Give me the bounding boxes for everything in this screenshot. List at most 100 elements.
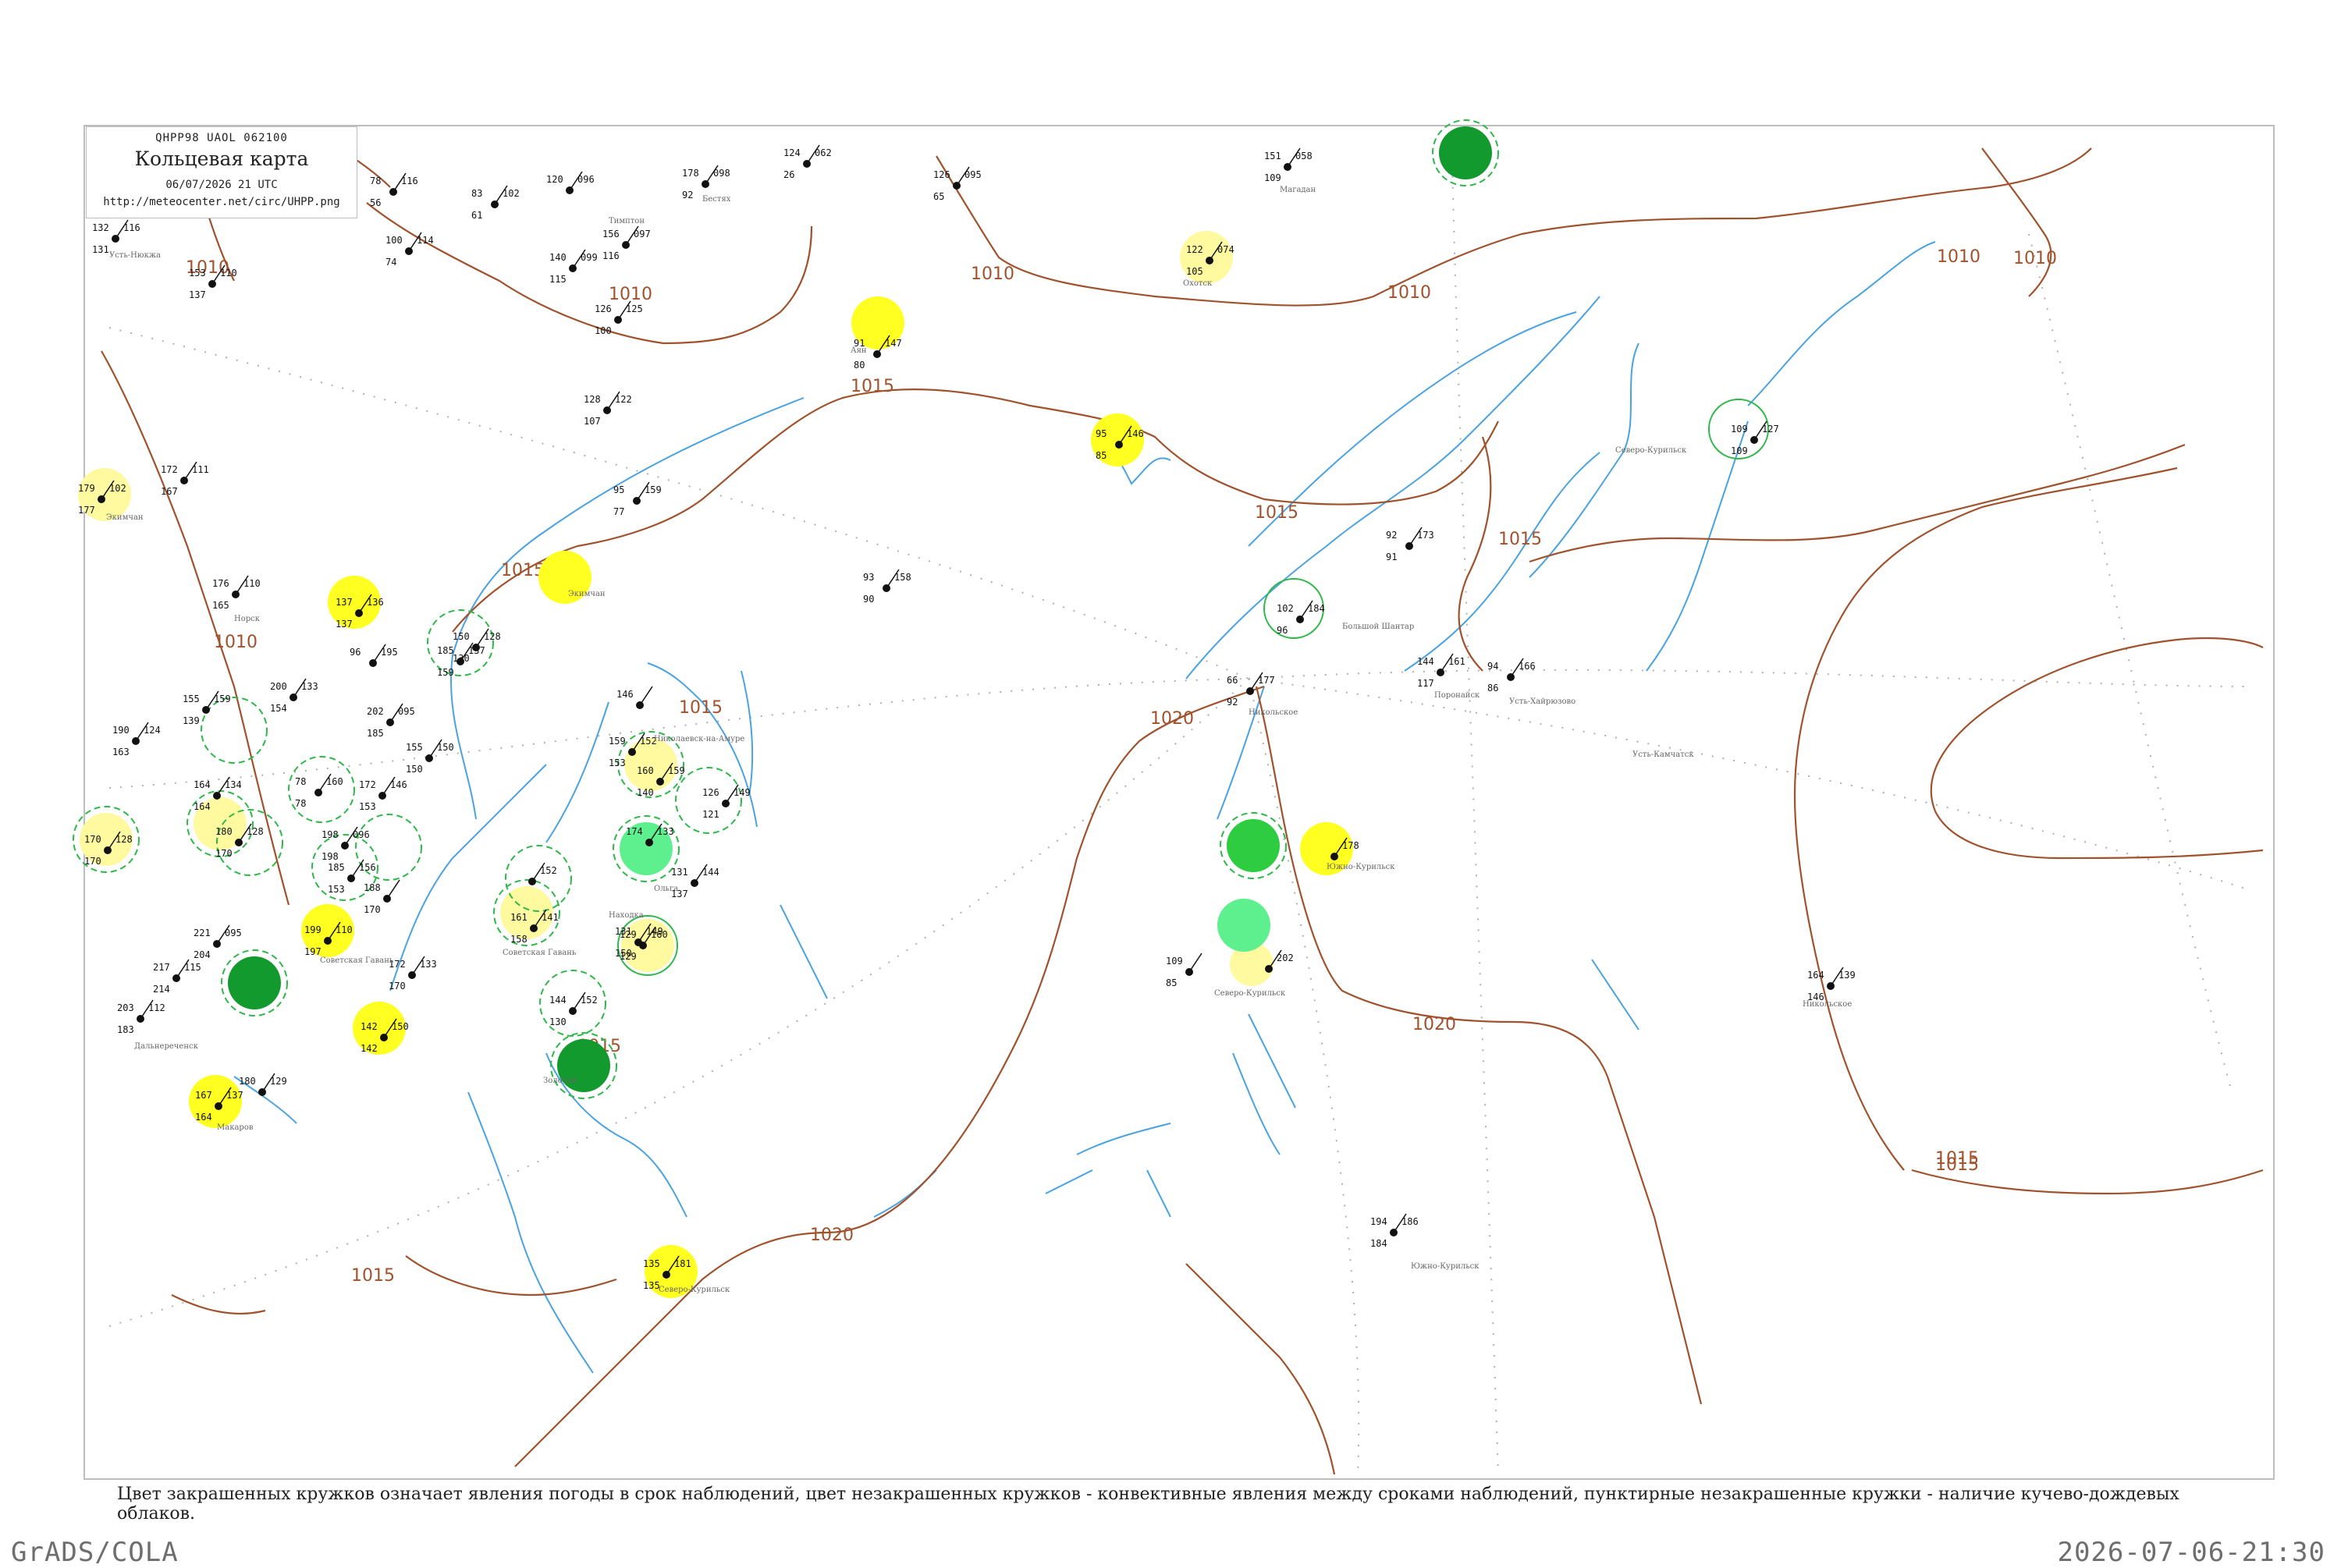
- station-name: Норск: [234, 615, 261, 623]
- station-pressure: 124: [144, 725, 161, 736]
- station-pressure: 133: [301, 681, 318, 692]
- station-pressure: 160: [651, 929, 668, 940]
- station-dewpoint: 167: [161, 486, 178, 497]
- station-dewpoint: 170: [84, 856, 101, 867]
- station-circle-dark-green[interactable]: [1439, 126, 1492, 179]
- isobar-label: 1010: [1387, 283, 1431, 303]
- station-temperature: 156: [602, 229, 620, 239]
- station-circle-green[interactable]: [1227, 819, 1280, 872]
- station-dewpoint: 170: [215, 848, 233, 859]
- station-name: Усть-Хайрюзово: [1509, 697, 1575, 706]
- station-dewpoint: 86: [1487, 683, 1498, 694]
- station-pressure: 129: [270, 1076, 287, 1087]
- isobar-label: 1015: [851, 377, 894, 396]
- station-temperature: 172: [359, 779, 376, 790]
- station-name: Южно-Курильск: [1327, 863, 1395, 871]
- station-temperature: 202: [367, 706, 384, 717]
- station-dewpoint: 96: [1277, 625, 1288, 636]
- station-temperature: 164: [194, 779, 211, 790]
- wind-barb: [386, 879, 400, 899]
- station-dewpoint: 65: [933, 191, 944, 202]
- station-dewpoint: 170: [389, 981, 406, 992]
- station-pressure: 096: [353, 829, 370, 840]
- station-pressure: 099: [581, 252, 598, 263]
- station-pressure: 111: [192, 464, 209, 475]
- station-pressure: 178: [1342, 840, 1359, 851]
- station-dewpoint: 109: [1264, 172, 1281, 183]
- station-name: Дальнереченск: [134, 1042, 199, 1051]
- legend-note: Цвет закрашенных кружков означает явлени…: [117, 1485, 2179, 1524]
- station-pressure: 095: [964, 169, 982, 180]
- station-pressure: 102: [503, 188, 520, 199]
- station-dewpoint: 129: [620, 951, 637, 962]
- station-pressure: 110: [220, 268, 237, 278]
- station-pressure: 177: [1258, 675, 1275, 686]
- station-pressure: 095: [225, 928, 242, 938]
- station-temperature: 140: [549, 252, 567, 263]
- station-temperature: 93: [863, 572, 874, 583]
- station-temperature: 126: [595, 303, 612, 314]
- station-dewpoint: 158: [510, 934, 528, 945]
- station-temperature: 167: [195, 1090, 212, 1101]
- station-dewpoint: 153: [609, 757, 626, 768]
- isobar-label: 1020: [810, 1226, 854, 1245]
- station-dewpoint: 214: [153, 984, 170, 995]
- station-dewpoint: 142: [361, 1043, 378, 1054]
- station-temperature: 178: [682, 168, 699, 179]
- station-pressure: 150: [437, 742, 454, 753]
- station-circle-dark-green[interactable]: [228, 956, 281, 1009]
- station-pressure: 128: [247, 826, 264, 837]
- station-dewpoint: 153: [328, 884, 345, 895]
- station-dewpoint: 92: [682, 190, 693, 200]
- isobar-label: 1010: [1937, 247, 1980, 267]
- station-name: Поронайск: [1434, 691, 1480, 700]
- station-temperature: 94: [1487, 661, 1498, 672]
- station-temperature: 132: [92, 222, 109, 233]
- station-plots: 132 131 116 78 56 116 83 61 102 120 096 178 92 098 124…: [78, 144, 1856, 1291]
- station-pressure: 062: [815, 147, 832, 158]
- station-dewpoint: 91: [1386, 552, 1397, 562]
- station-dewpoint: 77: [613, 506, 624, 517]
- station-temperature: 179: [78, 483, 95, 494]
- station-pressure: 128: [115, 834, 133, 845]
- station-temperature: 109: [1166, 956, 1183, 967]
- station-dewpoint: 105: [1186, 266, 1203, 277]
- station-temperature: 188: [364, 882, 381, 893]
- station-temperature: 164: [1807, 970, 1824, 981]
- rivers: [233, 241, 1936, 1374]
- station-temperature: 155: [406, 742, 423, 753]
- station-temperature: 135: [643, 1258, 660, 1269]
- station-dewpoint: 198: [321, 851, 339, 862]
- station-temperature: 190: [112, 725, 130, 736]
- station-pressure: 137: [468, 645, 485, 656]
- station-name: Экимчан: [568, 590, 606, 598]
- source-url[interactable]: http://meteocenter.net/circ/UHPP.png: [87, 196, 357, 208]
- render-timestamp: 2026-07-06-21:30: [2057, 1537, 2325, 1568]
- station-dewpoint: 137: [336, 619, 353, 630]
- station-pressure: 127: [1762, 424, 1779, 435]
- station-temperature: 150: [453, 631, 470, 642]
- station-name: Магадан: [1280, 186, 1316, 194]
- station-pressure: 115: [184, 962, 201, 973]
- station-dewpoint: 116: [602, 250, 620, 261]
- station-name: Ольга: [654, 885, 678, 893]
- station-pressure: 156: [359, 862, 376, 873]
- station-name: Находка: [609, 911, 644, 920]
- station-temperature: 128: [584, 394, 601, 405]
- station-temperature: 95: [1096, 428, 1107, 439]
- station-temperature: 124: [783, 147, 801, 158]
- station-dewpoint: 159: [437, 667, 454, 678]
- station-dewpoint: 140: [637, 787, 654, 798]
- station-temperature: 122: [1186, 244, 1203, 255]
- station-name: Советская Гавань: [503, 949, 577, 957]
- station-pressure: 141: [542, 912, 559, 923]
- station-dewpoint: 100: [595, 325, 612, 336]
- station-pressure: 097: [634, 229, 651, 239]
- station-pressure: 195: [381, 647, 398, 658]
- station-pressure: 158: [894, 572, 911, 583]
- station-name: Большой Шантар: [1342, 623, 1414, 631]
- station-circle-light-green[interactable]: [1217, 899, 1270, 952]
- cb-outline: [288, 756, 355, 823]
- station-temperature: 142: [361, 1021, 378, 1032]
- station-temperature: 185: [328, 862, 345, 873]
